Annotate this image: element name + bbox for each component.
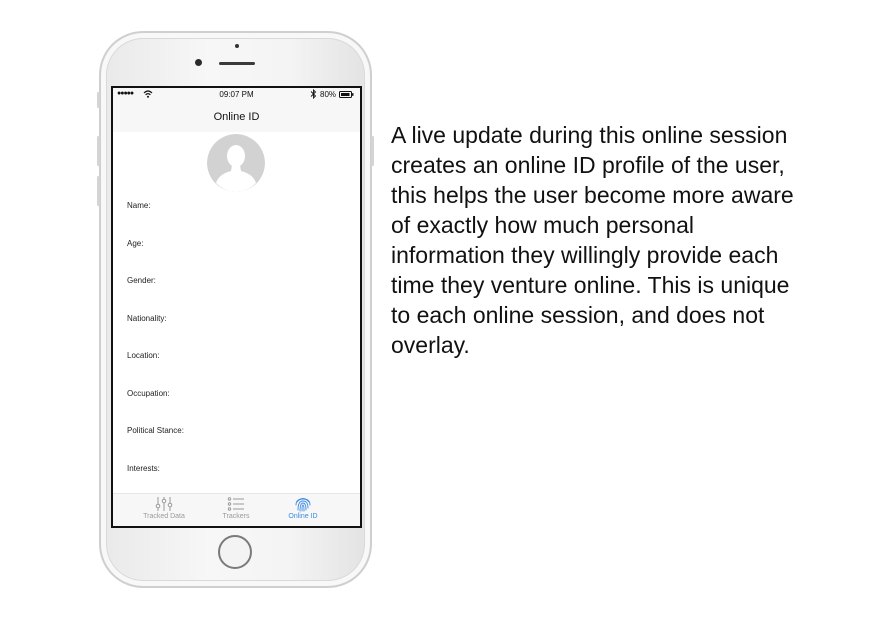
- profile-field-occupation: Occupation:: [127, 389, 170, 398]
- mute-switch: [97, 92, 100, 108]
- nav-title: Online ID: [213, 111, 260, 123]
- profile-field-interests: Interests:: [127, 464, 160, 473]
- tab-label-online-id: Online ID: [288, 513, 318, 520]
- home-button[interactable]: [218, 535, 252, 569]
- profile-field-location: Location:: [127, 351, 160, 360]
- tab-tracked-data[interactable]: Tracked Data: [134, 496, 194, 524]
- earpiece-speaker: [219, 62, 255, 65]
- profile-avatar: [207, 134, 265, 192]
- list-icon: [227, 497, 244, 511]
- profile-field-political-stance: Political Stance:: [127, 426, 184, 435]
- volume-down-button: [97, 176, 100, 206]
- tab-label-trackers: Trackers: [222, 513, 250, 520]
- front-camera: [195, 59, 202, 66]
- volume-up-button: [97, 136, 100, 166]
- bluetooth-icon: [310, 89, 317, 99]
- proximity-sensor: [235, 44, 239, 48]
- phone-screen: ●●●●● 09:07 PM 80% Online ID Name: Age: …: [111, 86, 362, 528]
- tab-online-id[interactable]: Online ID: [273, 496, 333, 524]
- status-bar: ●●●●● 09:07 PM 80%: [113, 88, 360, 102]
- fingerprint-icon: [295, 498, 311, 512]
- battery-percentage: 80%: [320, 90, 337, 99]
- battery-icon: [339, 91, 354, 98]
- sliders-icon: [155, 497, 173, 511]
- description-text: A live update during this online session…: [391, 122, 794, 358]
- profile-field-name: Name:: [127, 201, 151, 210]
- person-silhouette-icon: [207, 134, 265, 192]
- profile-field-gender: Gender:: [127, 276, 156, 285]
- tab-trackers[interactable]: Trackers: [206, 496, 266, 524]
- profile-field-age: Age:: [127, 239, 144, 248]
- power-button: [371, 136, 374, 166]
- navigation-bar: Online ID: [113, 102, 360, 132]
- tab-bar: Tracked Data Trackers Online ID: [113, 493, 360, 526]
- tab-label-tracked-data: Tracked Data: [143, 513, 185, 520]
- profile-field-nationality: Nationality:: [127, 314, 167, 323]
